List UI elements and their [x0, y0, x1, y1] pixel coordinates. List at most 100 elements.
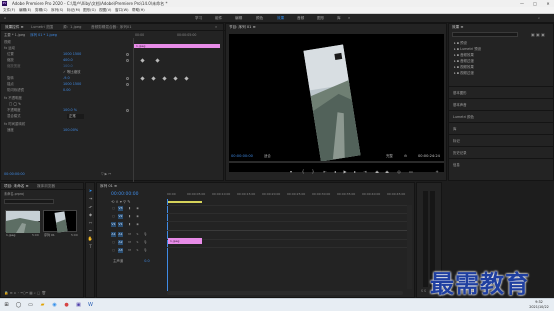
effects-search-input[interactable] [452, 32, 518, 37]
word-icon[interactable]: W [86, 301, 95, 310]
reset-anchor-icon[interactable] [126, 83, 129, 86]
property-opacity[interactable]: 不透明度 100.0 % [7, 108, 127, 113]
resolution-select[interactable]: 完整 [386, 154, 393, 159]
reset-rotation-icon[interactable] [126, 77, 129, 80]
tab-source[interactable]: 源：1.jpeg [63, 25, 81, 30]
project-item-thumbnail[interactable] [5, 210, 40, 233]
reset-scale-icon[interactable] [126, 59, 129, 62]
panel-info[interactable]: 信息 [449, 158, 554, 170]
comparison-view-icon[interactable]: ▭ [408, 169, 414, 174]
timeline-clip[interactable]: 1.jpeg [168, 238, 202, 244]
workspace-assembly[interactable]: 组件 [215, 16, 222, 21]
menu-help[interactable]: 帮助(H) [132, 8, 145, 13]
tree-item-video-transitions[interactable]: ▸ ▪ 视频过渡 [454, 70, 481, 76]
keyframe-icon[interactable] [173, 76, 178, 81]
more-workspaces-icon[interactable]: » [348, 16, 350, 21]
workspace-effects[interactable]: 效果 [277, 16, 284, 21]
timeline-timecode[interactable]: 00:00:00:00 [111, 192, 138, 198]
opacity-effect-header[interactable]: fx 不透明度 [4, 96, 124, 101]
search-taskbar-icon[interactable]: ◯ [14, 301, 23, 310]
menu-window[interactable]: 窗口(W) [115, 8, 129, 13]
timeline-ruler[interactable]: 00:00 00:00:05:00 00:00:10:00 00:00:15:0… [167, 192, 415, 204]
track-select-tool-icon[interactable]: ⇥ [87, 195, 94, 203]
tab-lumetri-scopes[interactable]: Lumetri 范围 [31, 25, 53, 30]
keyframe-icon[interactable] [140, 76, 145, 81]
effects-filter-icons[interactable]: ▣ ▣ ▣ [531, 32, 545, 37]
extract-icon[interactable]: ⏏ [384, 169, 390, 174]
premiere-taskbar-icon[interactable]: ▣ [74, 301, 83, 310]
home-icon[interactable]: ⌂ [4, 16, 6, 21]
search-icon[interactable]: ⌕ [538, 16, 540, 21]
tab-media-browser[interactable]: 媒体浏览器 [37, 184, 55, 189]
workspace-learn[interactable]: 学习 [195, 16, 202, 21]
sequence-clip-label[interactable]: 序列 01 * 1.jpeg [30, 33, 57, 37]
type-tool-icon[interactable]: T [87, 243, 94, 251]
workspace-color[interactable]: 颜色 [256, 16, 263, 21]
workspace-editing[interactable]: 编辑 [235, 16, 242, 21]
panel-menu-icon[interactable]: » [215, 25, 217, 30]
property-rotation[interactable]: 旋转 -9.0 [7, 76, 127, 81]
zoom-select[interactable]: 适合 [264, 154, 271, 159]
timeline-sequence-tab[interactable]: 序列 01 ≡ [100, 184, 117, 189]
add-marker-icon[interactable]: ▾ [288, 169, 294, 174]
time-remap-header[interactable]: fx 时间重映射 [4, 122, 124, 127]
menu-view[interactable]: 视图(V) [99, 8, 111, 13]
program-timecode[interactable]: 00:00:00:00 [231, 154, 253, 159]
step-back-icon[interactable]: ◂ [332, 169, 338, 174]
project-sequence-thumbnail[interactable] [43, 210, 77, 233]
mark-out-icon[interactable]: } [310, 169, 316, 174]
start-icon[interactable]: ⊞ [2, 301, 11, 310]
timeline-vertical-scrollbar[interactable] [407, 205, 412, 289]
go-to-out-icon[interactable]: ⇥ [362, 169, 368, 174]
property-anchor[interactable]: 锚点 1000 1500 [7, 82, 127, 87]
mask-tools[interactable]: □ ◯ ✎ [7, 102, 127, 107]
panel-essential-sound[interactable]: 基本声音 [449, 98, 554, 110]
property-speed[interactable]: 速度 100.00% [7, 128, 127, 133]
menu-file[interactable]: 文件(F) [3, 8, 15, 13]
ec-filter-icon[interactable]: ▽ ▶ ↦ [101, 172, 111, 177]
project-footer-tools[interactable]: 🔒 ≡ ▫ ◦ ━○━ ▦ ⌕ ▢ 🗑 [4, 291, 46, 296]
program-video-frame[interactable] [229, 34, 444, 172]
menu-marker[interactable]: 标记(M) [67, 8, 80, 13]
project-sequence-name[interactable]: 序列 01 [44, 233, 55, 237]
property-position[interactable]: 位置 1000 1500 [7, 52, 127, 57]
keyframe-icon[interactable] [151, 76, 156, 81]
menu-edit[interactable]: 编辑(E) [19, 8, 31, 13]
file-explorer-icon[interactable]: ▰ [38, 301, 47, 310]
browser-icon[interactable]: ◉ [50, 301, 59, 310]
audio-meter-solo-icons[interactable]: S S [421, 289, 426, 294]
timeline-tools-icons[interactable]: ⟲ ∩ ▾ ⚲ ✎ [111, 199, 131, 204]
panel-essential-graphics[interactable]: 基本图形 [449, 86, 554, 98]
keyframe-icon[interactable] [162, 76, 167, 81]
reset-position-icon[interactable] [126, 53, 129, 56]
tab-effect-controls[interactable]: 效果控件 ≡ [5, 25, 24, 30]
property-scale[interactable]: 缩放 400.0 [7, 58, 127, 63]
ripple-edit-tool-icon[interactable]: ⟛ [87, 203, 94, 211]
workspace-graphics[interactable]: 图形 [317, 16, 324, 21]
step-forward-icon[interactable]: ▸ [352, 169, 358, 174]
razor-tool-icon[interactable]: ◆ [87, 211, 94, 219]
panel-lumetri-color[interactable]: Lumetri 颜色 [449, 110, 554, 122]
play-icon[interactable]: ▶ [342, 169, 348, 174]
project-search-input[interactable] [4, 199, 54, 204]
settings-icon[interactable]: ⚙ [404, 154, 407, 159]
mark-in-icon[interactable]: { [300, 169, 306, 174]
tab-project[interactable]: 项目: 未命名 ≡ [4, 184, 28, 189]
selection-tool-icon[interactable]: ➤ [87, 187, 94, 195]
minimize-button[interactable]: — [516, 1, 528, 6]
slip-tool-icon[interactable]: ⇿ [87, 219, 94, 227]
close-button[interactable]: ✕ [542, 1, 554, 6]
menu-sequence[interactable]: 序列(S) [51, 8, 63, 13]
tab-audio-clip-mixer[interactable]: 音频剪辑混合器：序列01 [91, 25, 132, 30]
lift-icon[interactable]: ⏏ [374, 169, 380, 174]
work-area-bar[interactable] [167, 201, 202, 203]
ec-timecode[interactable]: 00:00:00:00 [4, 172, 25, 177]
menu-graphics[interactable]: 图形(G) [83, 8, 96, 13]
export-frame-icon[interactable]: ◎ [396, 169, 402, 174]
keyframe-icon[interactable] [184, 76, 189, 81]
timeline-horizontal-scrollbar[interactable] [167, 291, 403, 295]
hand-tool-icon[interactable]: ✋ [87, 235, 94, 243]
task-view-icon[interactable]: ▭ [26, 301, 35, 310]
property-scale-width[interactable]: 缩放宽度 100.0 [7, 64, 127, 69]
keyframe-icon[interactable] [140, 58, 145, 63]
